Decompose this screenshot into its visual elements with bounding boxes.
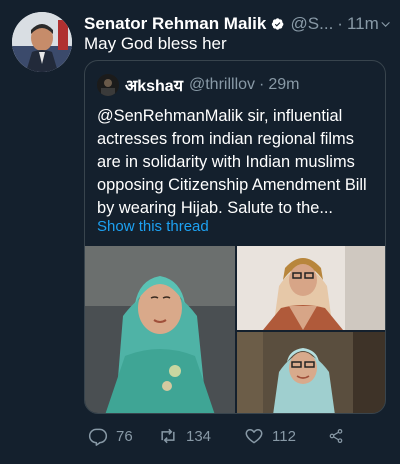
verified-badge-icon [272, 18, 284, 30]
quoted-author-name: अkshaय [125, 78, 183, 95]
tweet-time[interactable]: 11m [347, 14, 379, 34]
retweet-button[interactable]: 134 [158, 426, 244, 446]
media-image-1[interactable] [85, 246, 235, 413]
heart-icon [245, 429, 263, 444]
like-count: 112 [272, 427, 296, 445]
author-handle[interactable]: @S... [291, 14, 334, 34]
quoted-tweet-card[interactable]: अkshaय @thrilllov · 29m @SenRehmanMalik … [84, 60, 386, 414]
like-button[interactable]: 112 [244, 426, 328, 446]
quoted-author-avatar [97, 74, 119, 96]
media-image-3[interactable] [237, 332, 385, 413]
share-icon [329, 429, 343, 443]
quoted-tweet-time: 29m [268, 76, 300, 93]
media-image-2[interactable] [237, 246, 385, 330]
chevron-down-icon[interactable] [379, 15, 392, 33]
tweet-text: May God bless her [84, 34, 227, 53]
retweet-icon [161, 428, 175, 444]
reply-icon [88, 428, 108, 446]
retweet-count: 134 [186, 427, 212, 445]
separator-dot: · [259, 76, 265, 93]
quoted-tweet-text: @SenRehmanMalik sir, influential actress… [97, 107, 367, 217]
tweet-actions: 76 134 112 [84, 422, 384, 450]
author-name[interactable]: Senator Rehman Malik [84, 14, 266, 34]
separator-dot: · [337, 14, 343, 33]
reply-count: 76 [116, 427, 133, 445]
quoted-tweet-header: अkshaय @thrilllov · 29m [97, 74, 299, 96]
quoted-media-grid[interactable] [85, 246, 385, 413]
show-thread-link[interactable]: Show this thread [97, 218, 209, 235]
quoted-author-handle: @thrilllov [188, 76, 256, 93]
reply-button[interactable]: 76 [88, 426, 158, 446]
author-avatar[interactable] [12, 12, 72, 72]
share-button[interactable] [328, 426, 352, 446]
tweet-header: Senator Rehman Malik @S... · 11m [84, 12, 392, 36]
